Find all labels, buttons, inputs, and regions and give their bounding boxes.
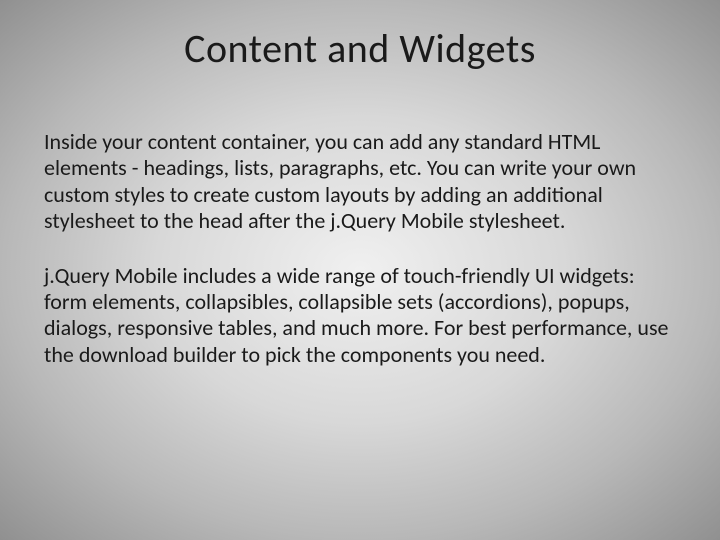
slide-title: Content and Widgets <box>44 24 676 73</box>
paragraph-2: j.Query Mobile includes a wide range of … <box>44 263 676 369</box>
slide-container: Content and Widgets Inside your content … <box>0 0 720 540</box>
paragraph-1: Inside your content container, you can a… <box>44 129 676 235</box>
